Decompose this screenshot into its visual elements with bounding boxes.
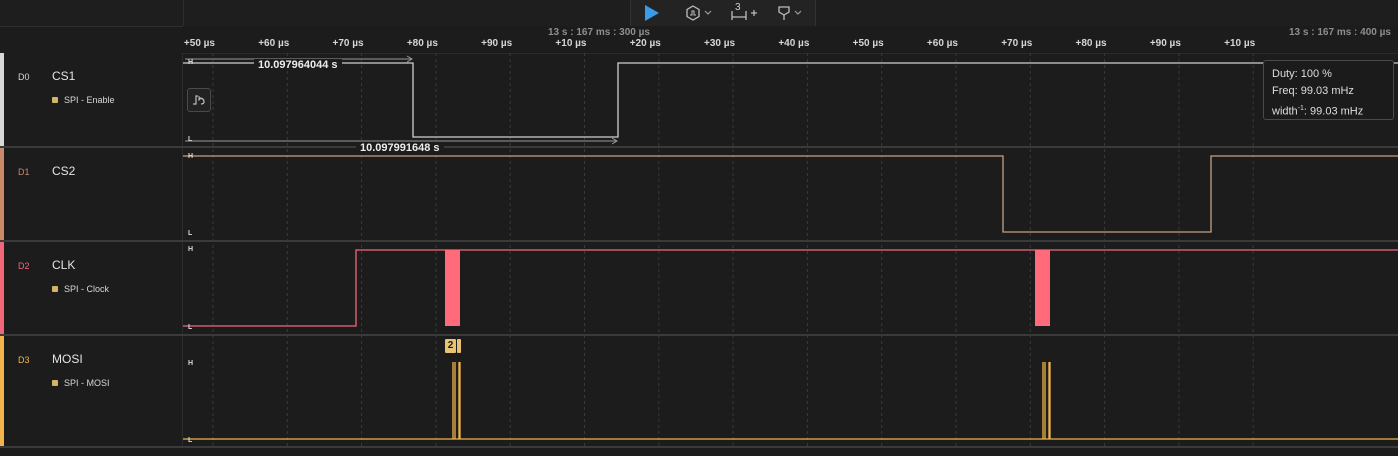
time-tick-label: +50 µs — [183, 38, 215, 49]
trigger-icon — [686, 5, 700, 21]
time-tick-label: +90 µs — [481, 38, 513, 49]
channel-name[interactable]: CS1 — [52, 69, 75, 83]
edge-return-icon — [193, 95, 205, 105]
channel-color-bar — [0, 148, 4, 240]
marker-timestamp: 13 s : 167 ms : 300 µs — [548, 27, 650, 38]
chevron-down-icon — [794, 10, 802, 15]
channel-id: D1 — [18, 167, 30, 177]
analyzer-label: SPI - MOSI — [52, 378, 110, 388]
cs2-waveform — [183, 155, 1398, 233]
channel-id: D0 — [18, 72, 30, 82]
tooltip-width: width-1: 99.03 mHz — [1272, 105, 1364, 118]
channel-row-d3[interactable]: D3 MOSI SPI - MOSI — [0, 336, 183, 447]
trigger-settings-button[interactable] — [685, 1, 712, 25]
level-high: H — [188, 59, 193, 66]
capture-controls: 3 — [630, 0, 816, 26]
channel-id: D2 — [18, 261, 30, 271]
time-tick-label: +70 µs — [1001, 38, 1033, 49]
decoded-value-cont — [457, 339, 461, 353]
measure-count: 3 — [735, 2, 741, 13]
pulse-width-label: 10.097964044 s — [254, 59, 342, 71]
time-tick-label: +70 µs — [332, 38, 364, 49]
row-separator — [0, 446, 1398, 448]
cs1-waveform — [183, 62, 1398, 138]
period-label: 10.097991648 s — [356, 142, 444, 154]
time-tick-label: +60 µs — [258, 38, 290, 49]
time-tick-label: +40 µs — [778, 38, 810, 49]
waveform-plot[interactable]: H L H L H L H L — [183, 53, 1398, 446]
add-marker-button[interactable] — [777, 1, 802, 25]
channel-name[interactable]: CLK — [52, 258, 75, 272]
decoded-value: 2 — [445, 339, 456, 353]
play-icon — [645, 5, 659, 21]
channel-row-d0[interactable]: D0 CS1 SPI - Enable — [0, 53, 183, 147]
time-tick-label: +10 µs — [1224, 38, 1256, 49]
mosi-decoded-badge[interactable]: 2 — [445, 339, 461, 353]
channel-id: D3 — [18, 355, 30, 365]
channel-name[interactable]: MOSI — [52, 352, 83, 366]
time-tick-label: +30 µs — [704, 38, 736, 49]
tooltip-freq: Freq: 99.03 mHz — [1272, 85, 1354, 97]
channel-row-d2[interactable]: D2 CLK SPI - Clock — [0, 242, 183, 334]
level-high: H — [188, 360, 193, 367]
mosi-pulses — [452, 362, 1051, 439]
analyzer-dot-icon — [52, 97, 58, 103]
time-tick-label: +90 µs — [1149, 38, 1181, 49]
level-low: L — [188, 324, 193, 331]
clk-burst — [445, 250, 460, 326]
top-toolbar: 3 — [0, 0, 1398, 27]
clk-burst — [1035, 250, 1050, 326]
analyzer-name: SPI - Enable — [64, 95, 115, 105]
channel-color-bar — [0, 242, 4, 334]
channel-color-bar — [0, 53, 4, 147]
analyzer-dot-icon — [52, 286, 58, 292]
time-tick-label: +80 µs — [1075, 38, 1107, 49]
time-ruler[interactable]: 13 s : 167 ms : 300 µs 13 s : 167 ms : 4… — [183, 26, 1398, 54]
measurement-tooltip: Duty: 100 % Freq: 99.03 mHz width-1: 99.… — [1263, 60, 1394, 120]
marker-pin-icon — [778, 6, 790, 20]
marker-timestamp: 13 s : 167 ms : 400 µs — [1289, 27, 1391, 38]
analyzer-label: SPI - Clock — [52, 284, 109, 294]
level-low: L — [188, 230, 193, 237]
start-capture-button[interactable] — [644, 1, 660, 25]
level-low: L — [188, 437, 193, 444]
time-tick-label: +60 µs — [926, 38, 958, 49]
clk-waveform — [183, 249, 1398, 327]
analyzer-name: SPI - MOSI — [64, 378, 110, 388]
chevron-down-icon — [704, 10, 712, 15]
level-low: L — [188, 136, 193, 143]
time-tick-label: +20 µs — [629, 38, 661, 49]
analyzer-name: SPI - Clock — [64, 284, 110, 294]
cs1-measure-arrow — [185, 55, 618, 145]
channel-color-bar — [0, 336, 4, 447]
add-measurement-button[interactable]: 3 — [730, 1, 760, 25]
analyzer-label: SPI - Enable — [52, 95, 115, 105]
channel-row-d1[interactable]: D1 CS2 — [0, 148, 183, 240]
channel-name[interactable]: CS2 — [52, 164, 75, 178]
tooltip-duty: Duty: 100 % — [1272, 68, 1332, 80]
glitch-filter-button[interactable] — [187, 88, 211, 112]
toolbar-left-spacer — [0, 0, 184, 26]
level-high: H — [188, 246, 193, 253]
time-tick-label: +10 µs — [555, 38, 587, 49]
level-high: H — [188, 153, 193, 160]
analyzer-dot-icon — [52, 380, 58, 386]
time-tick-label: +80 µs — [406, 38, 438, 49]
channel-sidebar: D0 CS1 SPI - Enable D1 CS2 D2 CLK SPI - … — [0, 53, 183, 456]
time-tick-label: +50 µs — [852, 38, 884, 49]
